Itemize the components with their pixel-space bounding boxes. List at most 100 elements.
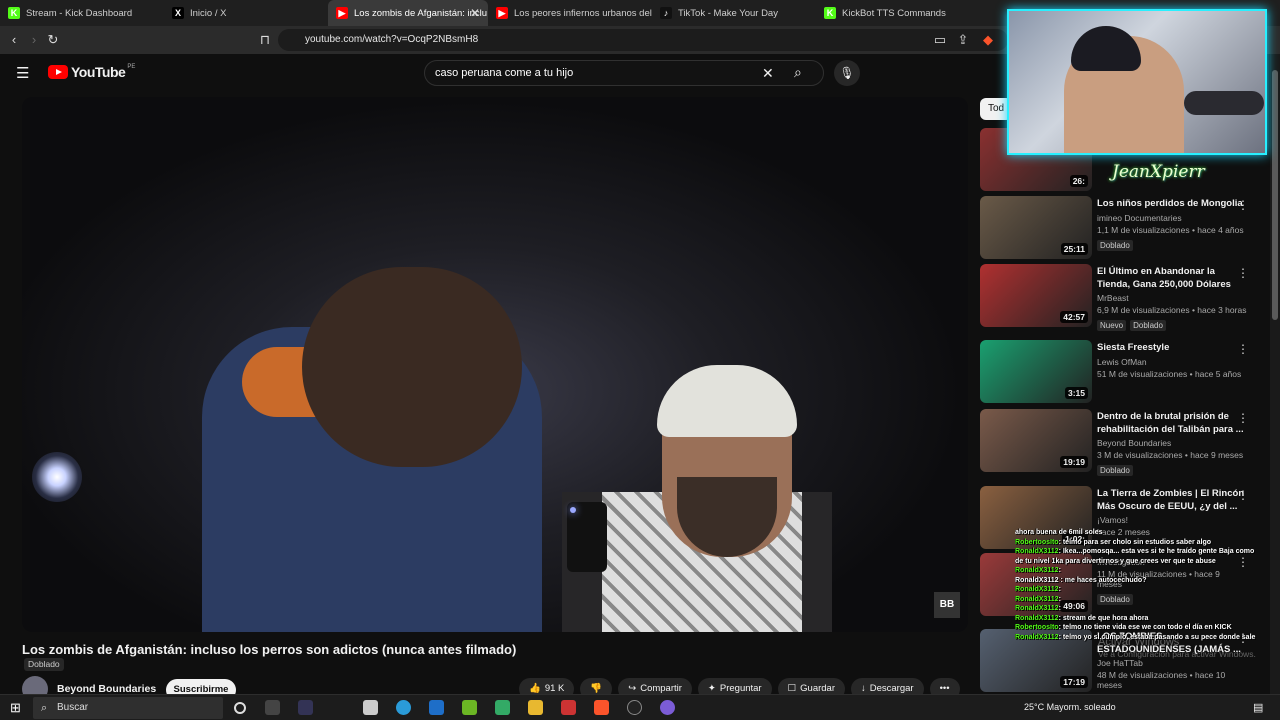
flashlight-glow <box>32 452 82 502</box>
video-thumbnail[interactable]: 3:15 <box>980 340 1092 403</box>
menu-icon[interactable]: ☰ <box>16 64 29 82</box>
webcam-microphone <box>1184 91 1264 115</box>
video-thumbnail[interactable]: 25:11 <box>980 196 1092 259</box>
browser-tab[interactable]: X Inicio / X <box>164 0 328 26</box>
video-meta: Los niños perdidos de Mongolia imineo Doc… <box>1097 198 1247 253</box>
chat-message: RonaldX3112: <box>1015 595 1275 605</box>
chat-text: : <box>1058 595 1061 603</box>
tab-label: Stream - Kick Dashboard <box>26 7 133 19</box>
back-icon[interactable]: ‹ <box>6 32 22 48</box>
clear-search-icon[interactable]: ✕ <box>762 65 774 82</box>
task-view-icon[interactable] <box>234 702 246 714</box>
share-page-icon[interactable]: ⇪ <box>955 32 971 48</box>
related-video-title[interactable]: La Tierra de Zombies | El Rincón Más Osc… <box>1097 488 1247 513</box>
related-video-title[interactable]: Los niños perdidos de Mongolia <box>1097 198 1247 211</box>
related-video-item[interactable]: 42:57 El Último en Abandonar la Tienda, G… <box>980 264 1265 331</box>
browser-tab[interactable]: ▶ Los peores infiernos urbanos del pla <box>488 0 652 26</box>
copilot-icon[interactable] <box>298 700 313 715</box>
chat-text: : telmo yo si cumplo, estaba pasando a s… <box>1058 633 1256 641</box>
video-duration: 3:15 <box>1064 387 1088 399</box>
windows-start-icon[interactable]: ⊞ <box>10 700 21 716</box>
search-icon[interactable]: ⌕ <box>794 64 802 81</box>
chat-username: RonaldX3112 <box>1015 633 1059 641</box>
tab-favicon-icon: ▶ <box>496 7 508 19</box>
discord-icon[interactable] <box>660 700 675 715</box>
nvidia-icon[interactable] <box>462 700 477 715</box>
microphone-icon[interactable]: 🎙 <box>834 60 860 86</box>
address-bar[interactable]: youtube.com/watch?v=OcqP2NBsmH8 <box>278 29 1008 51</box>
scrollbar-thumb[interactable] <box>1272 70 1278 320</box>
chat-username: RonaldX3112 <box>1015 614 1059 622</box>
browser-tab[interactable]: K KickBot TTS Commands <box>816 0 980 26</box>
related-video-channel[interactable]: MrBeast <box>1097 293 1247 303</box>
mail-icon[interactable] <box>429 700 444 715</box>
video-thumbnail[interactable]: 42:57 <box>980 264 1092 327</box>
tab-label: Inicio / X <box>190 7 227 19</box>
video-duration: 25:11 <box>1060 243 1088 255</box>
more-options-icon[interactable]: ⋮ <box>1237 198 1249 212</box>
webcam-overlay <box>1007 9 1267 155</box>
browser-tab[interactable]: K Stream - Kick Dashboard <box>0 0 164 26</box>
chat-username: RonaldX3112 <box>1015 567 1059 574</box>
related-video-channel[interactable]: ¡Vamos! <box>1097 515 1247 525</box>
brave-icon[interactable] <box>594 700 609 715</box>
taskbar-search[interactable]: ⌕ Buscar <box>33 697 223 719</box>
chat-message: RonaldX3112: <box>1015 585 1275 595</box>
video-badge: Doblado <box>1097 239 1133 251</box>
chat-username: RonaldX3112 <box>1015 548 1059 555</box>
widgets-icon[interactable] <box>265 700 280 715</box>
download-icon: ↓ <box>861 683 866 694</box>
video-badge: Nuevo <box>1097 320 1127 331</box>
reload-icon[interactable]: ↻ <box>45 32 61 48</box>
obs-icon[interactable] <box>627 700 642 715</box>
more-options-icon[interactable]: ⋮ <box>1237 488 1249 502</box>
more-options-icon[interactable]: ⋮ <box>1237 411 1249 425</box>
chat-message: RonaldX3112: telmo yo si cumplo, estaba … <box>1015 633 1275 643</box>
related-video-channel[interactable]: Beyond Boundaries <box>1097 438 1247 448</box>
related-video-channel[interactable]: imineo Documentaries <box>1097 213 1247 223</box>
file-explorer-icon[interactable] <box>528 700 543 715</box>
tab-label: Los zombis de Afganistán: inclu <box>354 7 488 19</box>
related-video-title[interactable]: Siesta Freestyle <box>1097 342 1247 355</box>
app-red-icon[interactable] <box>561 700 576 715</box>
cast-icon[interactable]: ▭ <box>932 32 948 48</box>
browser-tab[interactable]: ♪ TikTok - Make Your Day <box>652 0 816 26</box>
ask-label: Preguntar <box>719 683 762 694</box>
notification-icon[interactable]: ▤ <box>1253 701 1263 714</box>
related-video-channel[interactable]: Lewis OfMan <box>1097 357 1247 367</box>
edge-icon[interactable] <box>396 700 411 715</box>
video-thumbnail[interactable]: 19:19 <box>980 409 1092 472</box>
youtube-logo[interactable]: YouTube PE <box>48 64 135 80</box>
bookmark-icon[interactable]: ⊓ <box>257 32 273 48</box>
chat-text: de tu nivel 1ka para divertirnos y que c… <box>1015 557 1216 565</box>
tab-favicon-icon: ♪ <box>660 7 672 19</box>
video-duration: 42:57 <box>1060 311 1088 323</box>
chat-text: : <box>1058 586 1061 593</box>
brave-shield-icon[interactable]: ◆ <box>980 32 996 48</box>
more-options-icon[interactable]: ⋮ <box>1237 266 1249 280</box>
related-video-title[interactable]: Dentro de la brutal prisión de rehabilit… <box>1097 411 1247 436</box>
related-video-item[interactable]: 25:11 Los niños perdidos de Mongolia imine… <box>980 196 1265 262</box>
related-video-title[interactable]: El Último en Abandonar la Tienda, Gana 2… <box>1097 266 1247 291</box>
weather-status[interactable]: 25°C Mayorm. soleado <box>1024 702 1116 712</box>
tab-favicon-icon: ▶ <box>336 7 348 19</box>
related-video-item[interactable]: 19:19 Dentro de la brutal prisión de reha… <box>980 409 1265 476</box>
share-label: Compartir <box>640 683 682 694</box>
related-video-stats: 51 M de visualizaciones • hace 5 años <box>1097 368 1242 379</box>
video-badge: Doblado <box>1097 465 1133 476</box>
tab-close-icon[interactable]: ✕ <box>470 6 480 20</box>
related-video-item[interactable]: 3:15 Siesta Freestyle Lewis OfMan 51 M de v… <box>980 340 1265 406</box>
share-icon: ↪ <box>628 683 637 694</box>
save-icon: ☐ <box>787 683 797 694</box>
video-player[interactable]: BB <box>22 97 968 632</box>
app-icon[interactable] <box>495 700 510 715</box>
store-icon[interactable] <box>363 700 378 715</box>
browser-tab[interactable]: ▶ Los zombis de Afganistán: inclu ✕ <box>328 0 488 26</box>
forward-icon[interactable]: › <box>26 32 42 48</box>
webcam-headphones <box>1071 26 1141 71</box>
channel-watermark[interactable]: BB <box>934 592 960 618</box>
more-options-icon[interactable]: ⋮ <box>1237 342 1249 356</box>
taskbar-search-label: Buscar <box>57 702 89 713</box>
chat-message: de tu nivel 1ka para divertirnos y que c… <box>1015 557 1275 567</box>
video-duration: 19:19 <box>1060 456 1088 468</box>
